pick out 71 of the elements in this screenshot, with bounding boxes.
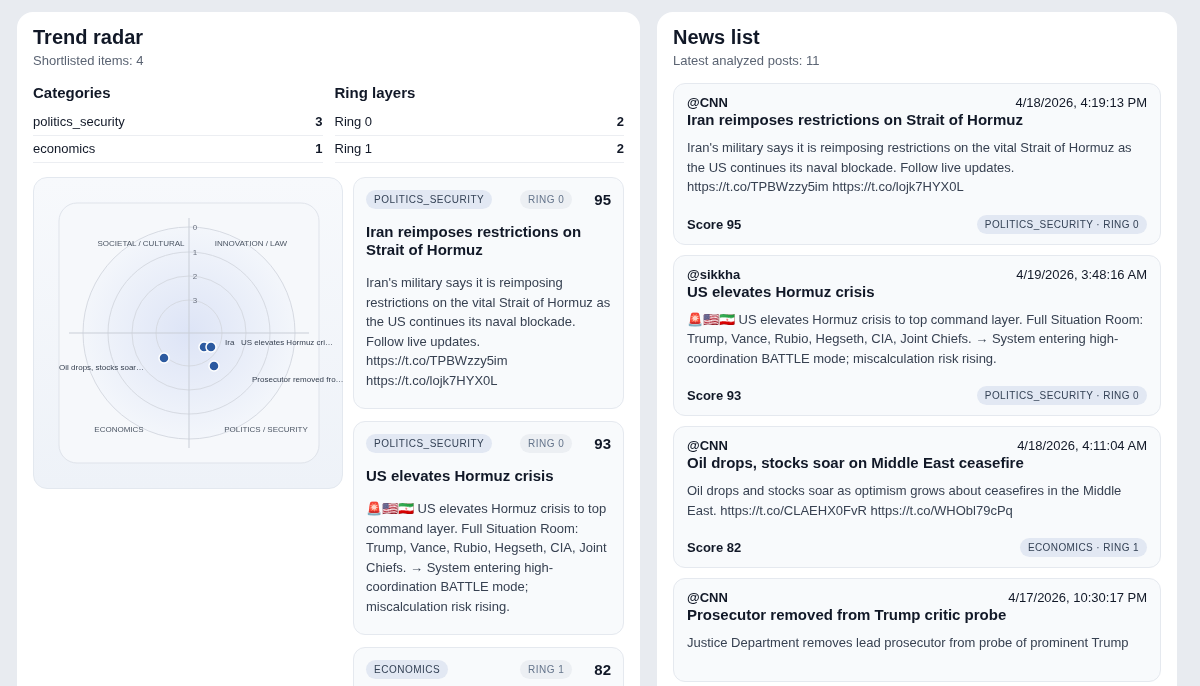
post-title: US elevates Hormuz crisis — [687, 282, 876, 300]
stat-count: 2 — [616, 141, 624, 156]
post-time: 4/17/2026, 10:30:17 PM — [1008, 590, 1147, 605]
category-tag: POLITICS_SECURITY · RING 0 — [976, 214, 1147, 234]
radar-point[interactable] — [205, 341, 217, 353]
quadrant-label: ECONOMICS — [94, 425, 144, 434]
trend-card[interactable]: ECONOMICS RING 1 82 — [353, 647, 624, 686]
quadrant-label: INNOVATION / LAW — [214, 239, 288, 248]
ring-tick: 3 — [192, 296, 198, 305]
post-time: 4/19/2026, 3:48:16 AM — [1016, 266, 1147, 282]
category-tag: POLITICS_SECURITY — [366, 434, 493, 453]
score: 93 — [594, 435, 611, 452]
quadrant-label: POLITICS / SECURITY — [224, 425, 308, 434]
trend-card[interactable] — [353, 177, 624, 409]
post-time: 4/18/2026, 4:11:04 AM — [1017, 438, 1147, 453]
ring-tick: 0 — [192, 223, 198, 232]
stat-label: politics_security — [33, 114, 125, 129]
quadrant-label: SOCIETAL / CULTURAL — [97, 239, 185, 248]
trend-card[interactable] — [353, 421, 624, 635]
post-body: Justice Department removes lead prosecutor from probe of prominent Trump — [687, 634, 1130, 652]
post-body: Oil drops and stocks soar as optimism grows about ceasefires in the Middle East. https://t.co/CLAEHX0FvR https://t.co/WHObl79cPq — [687, 482, 1123, 520]
news-card[interactable] — [673, 254, 1161, 416]
stat-count: 3 — [315, 114, 323, 129]
point-label: Prosecutor removed fro… — [252, 375, 344, 384]
post-author: @sikkha — [687, 266, 741, 282]
panel-subtitle: Latest analyzed posts: 11 — [673, 53, 821, 68]
point-label: US elevates Hormuz cri… — [241, 338, 334, 347]
post-body: 🚨🇺🇸🇮🇷 US elevates Hormuz crisis to top command layer. Full Situation Room: Trump, Vance, Rubio, Hegseth, CIA, Joint Chiefs. → System entering high-coordination BATTLE mode; miscalculation risk rising. — [687, 310, 1145, 368]
category-tag: ECONOMICS · RING 1 — [1019, 538, 1147, 557]
stat-label: Ring 0 — [334, 114, 373, 129]
news-card[interactable] — [673, 83, 1161, 245]
card-title: US elevates Hormuz crisis — [366, 467, 555, 485]
radar-point[interactable] — [208, 360, 220, 372]
ring-tag: RING 0 — [519, 434, 573, 453]
radar-point[interactable] — [158, 352, 170, 364]
news-card[interactable]: @CNN 4/17/2026, 10:30:17 PM Prosecutor removed from Trump critic probe Justice Department removes lead prosecutor from probe of prominent Trump — [673, 578, 1161, 682]
score: 95 — [594, 191, 611, 208]
post-time: 4/18/2026, 4:19:13 PM — [1015, 95, 1147, 110]
score: 82 — [594, 661, 611, 678]
card-title: Iran reimposes restrictions on Strait of Hormuz — [366, 223, 583, 259]
category-tag: ECONOMICS — [366, 660, 449, 679]
ring-tick: 2 — [192, 272, 198, 281]
stat-count: 1 — [315, 141, 323, 156]
stat-label: Ring 1 — [334, 141, 373, 156]
post-title: Iran reimposes restrictions on Strait of Hormuz — [687, 111, 1024, 128]
post-score: Score 93 — [687, 388, 742, 403]
card-body: 🚨🇺🇸🇮🇷 US elevates Hormuz crisis to top command layer. Full Situation Room: Trump, Vance, Rubio, Hegseth, CIA, Joint Chiefs. → System entering high-coordination BATTLE mode; miscalculation risk rising. — [366, 500, 608, 616]
post-author: @CNN — [687, 95, 728, 110]
post-title: Prosecutor removed from Trump critic probe — [687, 606, 1008, 623]
post-author: @CNN — [687, 590, 728, 605]
post-title: Oil drops, stocks soar on Middle East ceasefire — [687, 454, 1025, 471]
stat-count: 2 — [616, 114, 624, 129]
ring-tag: RING 0 — [519, 190, 573, 209]
card-body: Iran's military says it is reimposing restrictions on the vital Strait of Hormuz as the US continues its naval blockade. Follow live updates. https://t.co/TPBWzzy5im https://t.co/lojk7HYX0L — [366, 274, 611, 390]
panel-title: Trend radar — [33, 26, 145, 49]
point-label: Oil drops, stocks soar… — [59, 363, 144, 372]
post-score: Score 82 — [687, 540, 742, 555]
point-label: Ira — [225, 338, 235, 347]
panel-title: News list — [673, 26, 761, 49]
stat-label: economics — [33, 141, 96, 156]
post-author: @CNN — [687, 438, 728, 453]
category-tag: POLITICS_SECURITY — [366, 190, 493, 209]
category-tag: POLITICS_SECURITY · RING 0 — [976, 386, 1147, 405]
panel-subtitle: Shortlisted items: 4 — [33, 53, 145, 68]
news-card[interactable] — [673, 426, 1161, 568]
section-title: Ring layers — [334, 84, 417, 101]
ring-tag: RING 1 — [519, 660, 573, 679]
section-title: Categories — [33, 84, 112, 101]
post-body: Iran's military says it is reimposing restrictions on the vital Strait of Hormuz as the US continues its naval blockade. Follow live updates. https://t.co/TPBWzzy5im https://t.co/lojk7HYX0L — [687, 139, 1133, 196]
ring-tick: 1 — [192, 248, 198, 257]
post-score: Score 95 — [687, 216, 742, 232]
